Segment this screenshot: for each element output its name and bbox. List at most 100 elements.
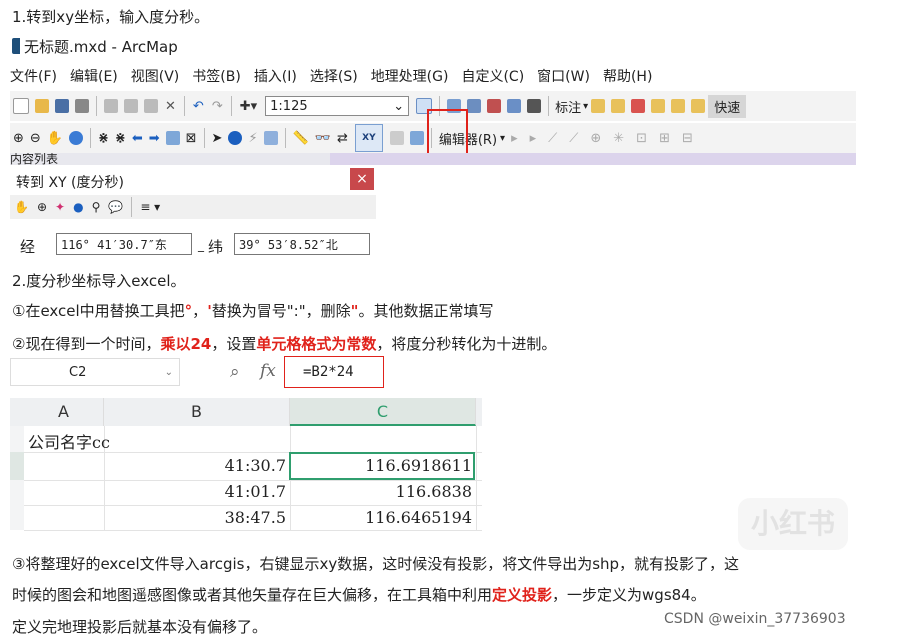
table-of-contents-header: 内容列表 [10, 153, 330, 165]
print-icon[interactable] [75, 99, 89, 113]
menu-geoprocessing[interactable]: 地理处理(G) [371, 66, 449, 86]
pause-labeling-icon[interactable] [691, 99, 706, 113]
menu-edit[interactable]: 编辑(E) [70, 66, 118, 86]
search-icon[interactable]: ⌕ [230, 362, 240, 382]
step2-1-part: ①在excel中用替换工具把 [12, 302, 185, 320]
view-unplaced-icon[interactable] [671, 99, 686, 113]
column-header-d-edge [476, 398, 482, 426]
cell-c3[interactable]: 116.6838 [290, 482, 472, 501]
pan-hand-icon[interactable]: ✋ [47, 131, 63, 146]
lock-labels-icon[interactable] [631, 99, 646, 113]
select-all-corner[interactable] [10, 398, 24, 426]
fixed-zoom-in-icon[interactable]: ⋇ [98, 131, 109, 146]
new-document-icon[interactable] [13, 98, 29, 114]
chevron-down-icon: ⌄ [164, 366, 173, 378]
step2-1-part: ， [192, 302, 208, 320]
save-icon[interactable] [55, 99, 69, 113]
find-route-icon[interactable]: ⇄ [337, 131, 348, 146]
open-folder-icon[interactable] [35, 99, 49, 113]
menu-customize[interactable]: 自定义(C) [461, 66, 524, 86]
csdn-credit: CSDN @weixin_37736903 [664, 611, 846, 627]
latitude-label: 纬 [208, 238, 224, 256]
step2-2-text: ②现在得到一个时间，乘以24，设置单元格格式为常数，将度分秒转化为十进制。 [12, 333, 556, 354]
menu-file[interactable]: 文件(F) [10, 66, 57, 86]
full-extent-globe-icon[interactable] [69, 131, 83, 145]
cell-b3[interactable]: 41:01.7 [104, 482, 286, 501]
select-features-icon[interactable] [165, 131, 180, 145]
active-cell-outline [289, 452, 475, 480]
cut-icon[interactable] [104, 99, 118, 113]
goto-xy-toolbar: ✋ ⊕ ✦ ● ⚲ 💬 ≡ ▾ [10, 195, 376, 219]
row-header-selected[interactable] [10, 452, 24, 480]
pan-to-icon[interactable]: ✋ [14, 200, 29, 214]
python-window-icon[interactable] [507, 99, 522, 113]
arcmap-title-text: 无标题.mxd - ArcMap [24, 38, 178, 56]
step1-text: 1.转到xy坐标，输入度分秒。 [12, 8, 210, 26]
catalog-icon[interactable] [467, 99, 482, 113]
multiply-24-highlight: 乘以24 [160, 335, 212, 353]
clear-selection-icon[interactable]: ⊠ [186, 131, 197, 146]
measure-icon[interactable]: 📏 [293, 131, 309, 146]
menu-insert[interactable]: 插入(I) [254, 66, 297, 86]
longitude-input[interactable]: 116° 41′30.7″东 [56, 233, 192, 255]
paste-icon[interactable] [144, 99, 158, 113]
cell-c4[interactable]: 116.6465194 [290, 508, 472, 527]
column-header-a[interactable]: A [24, 398, 104, 426]
forward-arrow-icon[interactable]: ➡ [149, 131, 160, 146]
cell-b2[interactable]: 41:30.7 [104, 456, 286, 475]
add-callout-icon[interactable]: 💬 [108, 200, 123, 214]
name-box-value: C2 [69, 364, 87, 380]
map-scale-select[interactable]: 1:125 ⌄ [265, 96, 410, 116]
identify-icon[interactable] [228, 131, 243, 145]
model-builder-icon[interactable] [527, 99, 542, 113]
html-popup-icon[interactable] [263, 131, 278, 145]
menu-windows[interactable]: 窗口(W) [537, 66, 590, 86]
fixed-zoom-out-icon[interactable]: ⋇ [115, 131, 126, 146]
menu-bookmarks[interactable]: 书签(B) [192, 66, 241, 86]
column-header-c[interactable]: C [290, 398, 476, 426]
menu-help[interactable]: 帮助(H) [603, 66, 652, 86]
find-binoculars-icon[interactable]: 👓 [315, 131, 331, 146]
cell-a1[interactable]: 公司名字cc [28, 429, 110, 453]
formula-input[interactable]: =B2*24 [284, 356, 384, 388]
undo-icon[interactable]: ↶ [193, 99, 204, 114]
units-menu-icon[interactable]: ≡ ▾ [140, 200, 160, 214]
add-point-icon[interactable]: ● [73, 200, 83, 214]
fx-icon[interactable]: fx [260, 361, 276, 381]
go-to-xy-button[interactable]: XY [354, 124, 383, 152]
arctoolbox-icon[interactable] [487, 99, 502, 113]
select-elements-arrow-icon[interactable]: ➤ [212, 131, 223, 146]
define-projection-highlight: 定义投影 [492, 586, 553, 604]
hyperlink-icon[interactable]: ⚡ [248, 131, 257, 146]
quick-search[interactable]: 快速 [708, 94, 747, 118]
add-labeled-point-icon[interactable]: ⚲ [92, 200, 101, 214]
zoom-to-icon[interactable]: ⊕ [37, 200, 47, 214]
open-time-slider-icon[interactable] [389, 131, 404, 145]
step2-2-part: ，设置 [211, 335, 257, 353]
column-header-b[interactable]: B [104, 398, 290, 426]
menu-view[interactable]: 视图(V) [131, 66, 180, 86]
cell-b4[interactable]: 38:47.5 [104, 508, 286, 527]
step3-line3: 定义完地理投影后就基本没有偏移了。 [12, 618, 268, 636]
latitude-input[interactable]: 39° 53′8.52″北 [234, 233, 370, 255]
copy-icon[interactable] [124, 99, 138, 113]
add-data-icon[interactable]: ✚▾ [240, 99, 257, 114]
label-tool[interactable]: 标注 [555, 97, 581, 116]
label-priority-icon[interactable] [611, 99, 626, 113]
step2-1-text: ①在excel中用替换工具把°，'替换为冒号":"，删除"。其他数据正常填写 [12, 300, 493, 321]
trace-icon: ⊕ [590, 130, 602, 146]
menu-selection[interactable]: 选择(S) [310, 66, 358, 86]
back-arrow-icon[interactable]: ⬅ [132, 131, 143, 146]
zoom-out-icon[interactable]: ⊖ [30, 131, 41, 146]
go-to-xy-highlight [427, 109, 468, 157]
label-manager-icon[interactable] [591, 99, 606, 113]
redo-icon[interactable]: ↷ [212, 99, 223, 114]
create-viewer-window-icon[interactable] [409, 131, 424, 145]
flash-icon[interactable]: ✦ [55, 200, 65, 214]
zoom-in-icon[interactable]: ⊕ [13, 131, 24, 146]
excel-name-box[interactable]: C2 ⌄ [10, 358, 180, 386]
label-weight-icon[interactable] [651, 99, 666, 113]
close-icon[interactable]: × [350, 168, 374, 190]
delete-icon[interactable]: ✕ [165, 99, 176, 114]
step3-line1: ③将整理好的excel文件导入arcgis，右键显示xy数据，这时候没有投影，将… [12, 555, 740, 573]
